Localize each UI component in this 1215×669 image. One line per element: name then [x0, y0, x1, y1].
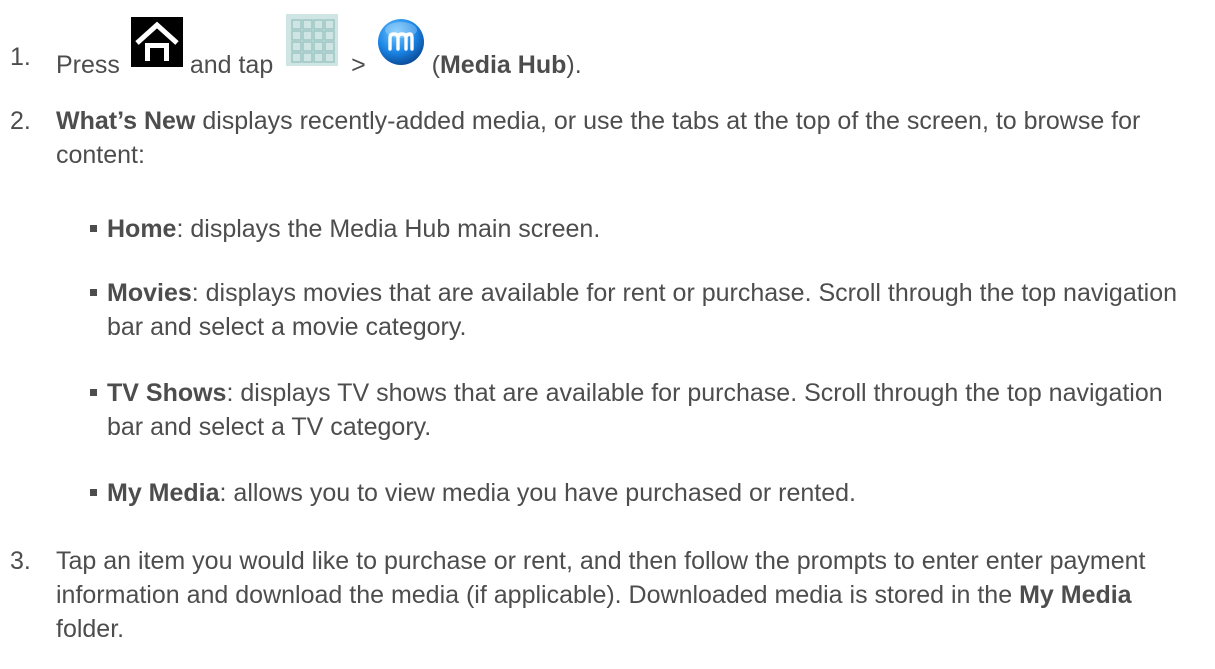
- step-number: 2.: [10, 107, 31, 135]
- bullet-marker: [90, 489, 97, 496]
- item-title: TV Shows: [107, 379, 227, 407]
- home-icon: [130, 17, 183, 67]
- step-text-press: Press: [56, 50, 120, 79]
- step-text-and-tap: and tap: [189, 50, 274, 79]
- step-text-gt: >: [351, 50, 366, 79]
- bullet-marker: [90, 289, 97, 296]
- step-text-end: folder.: [56, 615, 125, 643]
- step-title: What’s New: [56, 107, 196, 135]
- item-title: Movies: [107, 279, 192, 307]
- folder-name: My Media: [1019, 581, 1132, 609]
- item-text: : displays TV shows that are available f…: [107, 379, 1163, 441]
- bullet-marker: [90, 389, 97, 396]
- paren-open: (: [431, 50, 440, 79]
- apps-grid-icon: [286, 14, 339, 66]
- item-title: Home: [107, 215, 177, 243]
- step-text: displays recently-added media, or use th…: [56, 107, 1141, 169]
- item-text: : displays the Media Hub main screen.: [176, 215, 601, 243]
- document-page: 1. Press and tap > (Media Hub). 2. What’…: [0, 0, 1215, 669]
- step-number: 3.: [10, 547, 31, 575]
- item-text: : displays movies that are available for…: [107, 279, 1178, 341]
- bullet-marker: [90, 225, 97, 232]
- media-hub-icon: [377, 18, 425, 66]
- paren-close: ).: [566, 50, 582, 79]
- step-text: Tap an item you would like to purchase o…: [56, 547, 1146, 609]
- app-name: Media Hub: [439, 50, 567, 79]
- item-text: : allows you to view media you have purc…: [219, 479, 856, 507]
- step-number: 1.: [10, 43, 31, 71]
- step-1: 1. Press and tap > (Media Hub).: [0, 14, 1200, 79]
- item-title: My Media: [107, 479, 220, 507]
